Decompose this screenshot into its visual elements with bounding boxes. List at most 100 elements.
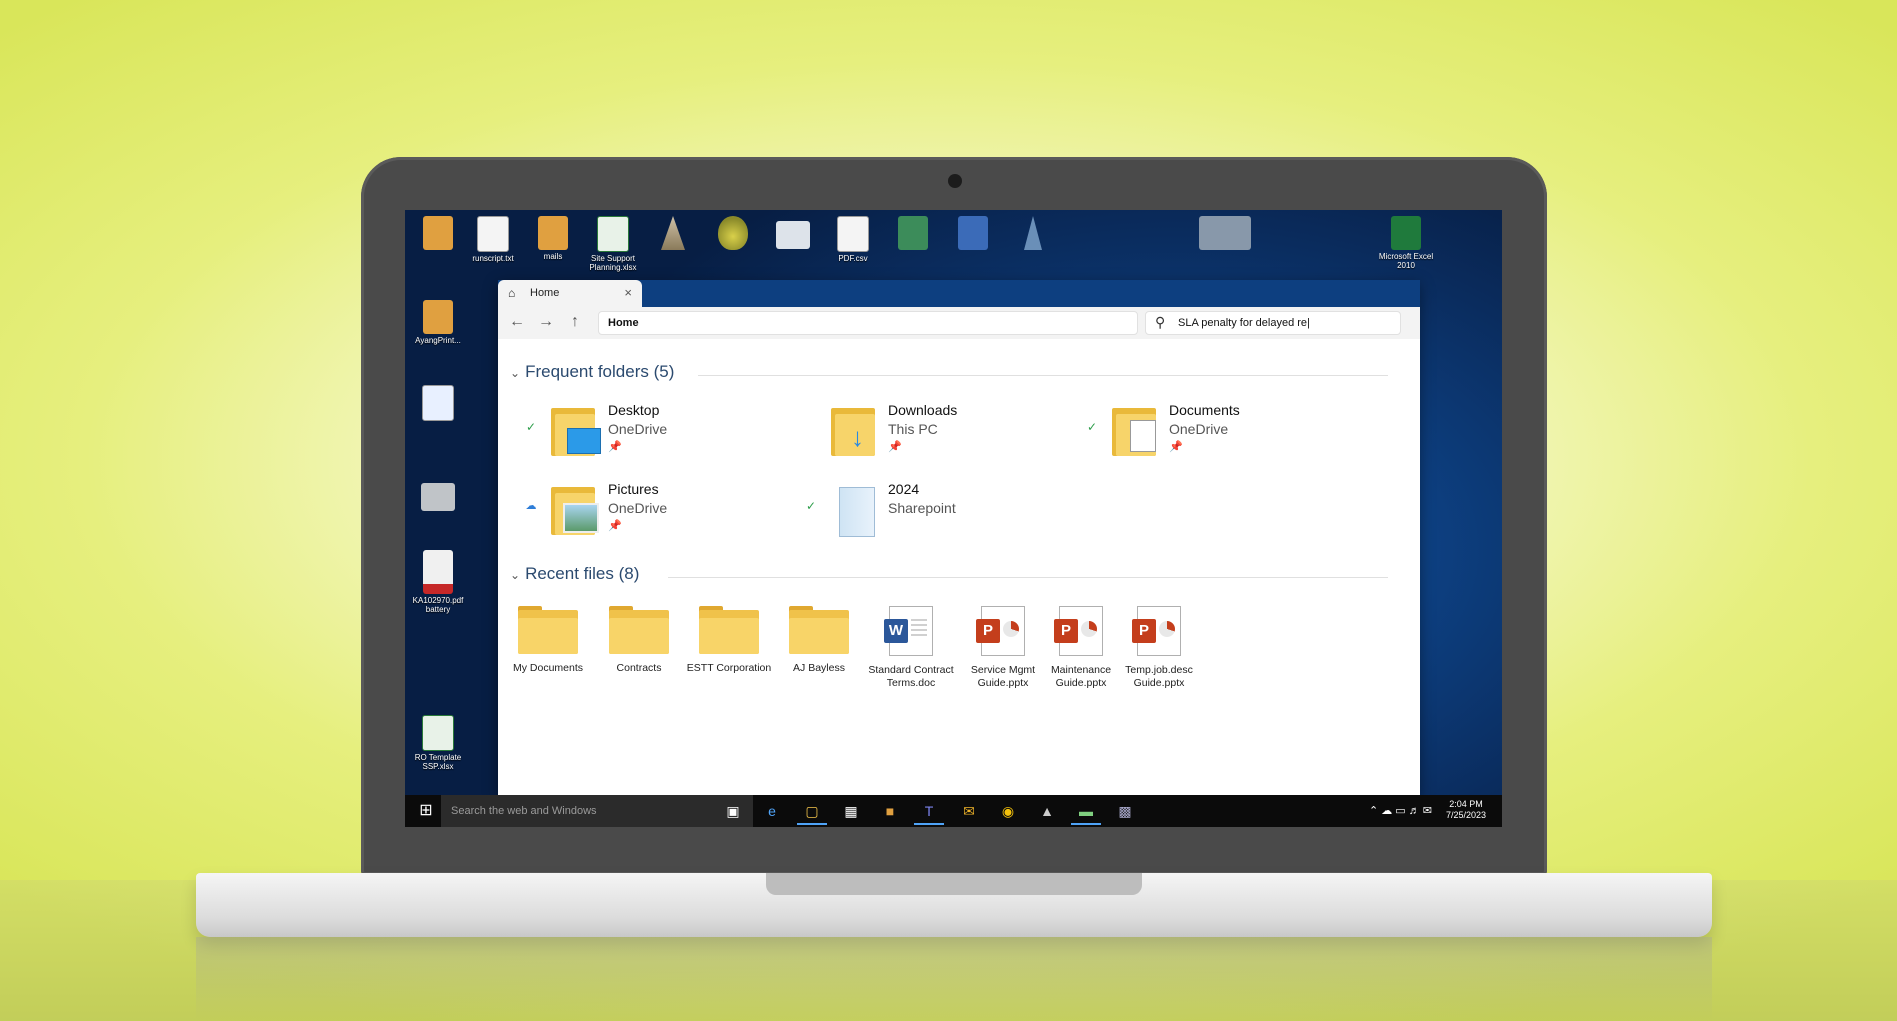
divider <box>668 577 1388 578</box>
search-query: SLA penalty for delayed re| <box>1178 317 1310 329</box>
edge-browser-icon[interactable]: e <box>757 799 787 823</box>
desktop-icon-site-support[interactable]: Site Support Planning.xlsx <box>582 216 644 272</box>
folder-location: OneDrive <box>1169 421 1229 437</box>
sync-ok-icon: ✓ <box>805 499 817 513</box>
desktop-icon-pdf-csv[interactable]: PDF.csv <box>822 216 884 263</box>
document-icon <box>1130 420 1156 452</box>
folder-icon <box>518 606 578 654</box>
desktop-icon-excel[interactable]: Microsoft Excel 2010 <box>1375 216 1437 270</box>
picture-icon <box>563 503 599 533</box>
tab-strip: ⌂ Home × <box>498 280 1420 307</box>
desktop-icon-bird[interactable] <box>1002 216 1064 250</box>
system-tray[interactable]: ⌃ ☁ ▭ ♬ ✉ <box>1369 795 1432 827</box>
folder-name: Documents <box>1169 402 1240 418</box>
desktop-icon-ro-template[interactable]: RO Template SSP.xlsx <box>407 715 469 771</box>
search-input[interactable]: ⚲ SLA penalty for delayed re| <box>1145 311 1401 335</box>
recent-item-my-documents[interactable]: My Documents <box>505 606 591 675</box>
desktop-icon-folder[interactable] <box>762 216 824 249</box>
mail-file-icon <box>538 216 568 250</box>
app-icon[interactable]: ▩ <box>1110 799 1140 823</box>
app-icon <box>898 216 928 250</box>
app-icon <box>661 216 685 250</box>
app-icon[interactable]: ▬ <box>1071 799 1101 825</box>
outlook-icon[interactable]: ✉ <box>954 799 984 823</box>
app-icon[interactable]: ▲ <box>1032 799 1062 823</box>
chrome-icon[interactable]: ◉ <box>993 799 1023 823</box>
powerpoint-file-icon: P <box>976 606 1025 656</box>
computer-icon <box>1199 216 1251 250</box>
folder-icon <box>551 481 599 535</box>
folder-downloads[interactable]: ↓ Downloads This PC 📌 <box>804 400 1064 466</box>
sync-ok-icon: ✓ <box>1086 420 1098 434</box>
folder-2024[interactable]: ✓ 2024 Sharepoint <box>804 479 1064 545</box>
file-name: ESTT Corporation <box>686 662 772 674</box>
file-name: My Documents <box>512 662 584 674</box>
recent-files-heading: Recent files (8) <box>525 564 640 583</box>
pin-icon: 📌 <box>608 520 622 532</box>
desktop-icon-runscript[interactable]: runscript.txt <box>462 216 524 263</box>
app-icon <box>423 300 453 334</box>
desktop-icon-doc[interactable] <box>407 385 469 421</box>
home-icon: ⌂ <box>508 286 516 300</box>
file-name: Service Mgmt Guide.pptx <box>970 664 1036 689</box>
forward-arrow-icon[interactable]: → <box>535 313 557 331</box>
navigation-toolbar: ← → ↑ Home ⚲ SLA penalty for delayed re| <box>498 307 1420 339</box>
recent-item-aj-bayless[interactable]: AJ Bayless <box>776 606 862 675</box>
text-file-icon <box>477 216 509 252</box>
powerpoint-file-icon: P <box>1132 606 1181 656</box>
store-icon[interactable]: ▦ <box>836 799 866 823</box>
desktop-icon-drop[interactable] <box>702 216 764 250</box>
taskbar: ⊞ Search the web and Windows ▣ e ▢ ▦ ■ T… <box>405 795 1502 827</box>
clock[interactable]: 2:04 PM 7/25/2023 <box>1438 799 1494 821</box>
windows-start-icon[interactable]: ⊞ <box>411 795 441 827</box>
address-bar[interactable]: Home <box>598 311 1138 335</box>
desktop-screen: runscript.txt mails Site Support Plannin… <box>405 210 1502 827</box>
recent-item-service-mgmt[interactable]: P Service Mgmt Guide.pptx <box>960 606 1046 690</box>
folder-icon <box>1112 402 1160 456</box>
desktop-icon-green[interactable] <box>882 216 944 250</box>
teams-icon[interactable]: T <box>914 799 944 825</box>
folder-desktop[interactable]: ✓ Desktop OneDrive 📌 <box>524 400 784 466</box>
desktop-icon-tree[interactable] <box>642 216 704 250</box>
close-icon[interactable]: × <box>624 285 632 300</box>
sharepoint-folder-icon <box>831 481 879 537</box>
folder-icon <box>776 221 810 249</box>
file-name: AJ Bayless <box>793 662 845 674</box>
clock-date: 7/25/2023 <box>1445 810 1487 820</box>
app-icon[interactable]: ■ <box>875 799 905 823</box>
desktop-icon-label: Site Support Planning.xlsx <box>589 254 637 272</box>
taskbar-search[interactable]: Search the web and Windows <box>441 795 753 827</box>
excel-file-icon <box>597 216 629 252</box>
folder-icon <box>609 606 669 654</box>
app-icon <box>1024 216 1042 250</box>
search-icon: ⚲ <box>1155 314 1166 330</box>
back-arrow-icon[interactable]: ← <box>506 313 528 331</box>
recent-item-contracts[interactable]: Contracts <box>596 606 682 675</box>
folder-pictures[interactable]: ☁ Pictures OneDrive 📌 <box>524 479 784 545</box>
desktop-icon-mails[interactable]: mails <box>522 216 584 261</box>
desktop-icon-label: AyangPrint... <box>415 336 461 345</box>
file-icon <box>422 385 454 421</box>
pin-icon: 📌 <box>608 441 622 453</box>
desktop-icon-label: RO Template SSP.xlsx <box>414 753 462 771</box>
tab-home[interactable]: ⌂ Home × <box>498 280 642 307</box>
desktop-icon-label: KA102970.pdf battery <box>412 596 464 614</box>
desktop-icon-blue[interactable] <box>942 216 1004 250</box>
recent-item-temp-job[interactable]: P Temp.job.desc Guide.pptx <box>1116 606 1202 690</box>
base-reflection <box>196 937 1712 1021</box>
desktop-icon-computer[interactable] <box>1185 216 1265 250</box>
desktop-icon-ayangprint[interactable]: AyangPrint... <box>407 300 469 345</box>
desktop-icon-pdf[interactable]: KA102970.pdf battery <box>407 550 469 614</box>
frequent-folders-toggle[interactable]: ⌄ Frequent folders (5) <box>510 362 674 382</box>
pin-icon: 📌 <box>1169 441 1183 453</box>
desktop-icon[interactable] <box>407 216 469 250</box>
folder-documents[interactable]: ✓ Documents OneDrive 📌 <box>1085 400 1345 466</box>
recent-item-maintenance[interactable]: P Maintenance Guide.pptx <box>1038 606 1124 690</box>
desktop-icon-folder2[interactable] <box>407 478 469 511</box>
recent-files-toggle[interactable]: ⌄ Recent files (8) <box>510 564 639 584</box>
task-view-icon[interactable]: ▣ <box>718 799 748 823</box>
up-arrow-icon[interactable]: ↑ <box>564 313 586 331</box>
recent-item-standard-contract[interactable]: W Standard Contract Terms.doc <box>863 606 959 690</box>
file-explorer-icon[interactable]: ▢ <box>797 799 827 825</box>
recent-item-estt[interactable]: ESTT Corporation <box>686 606 772 675</box>
